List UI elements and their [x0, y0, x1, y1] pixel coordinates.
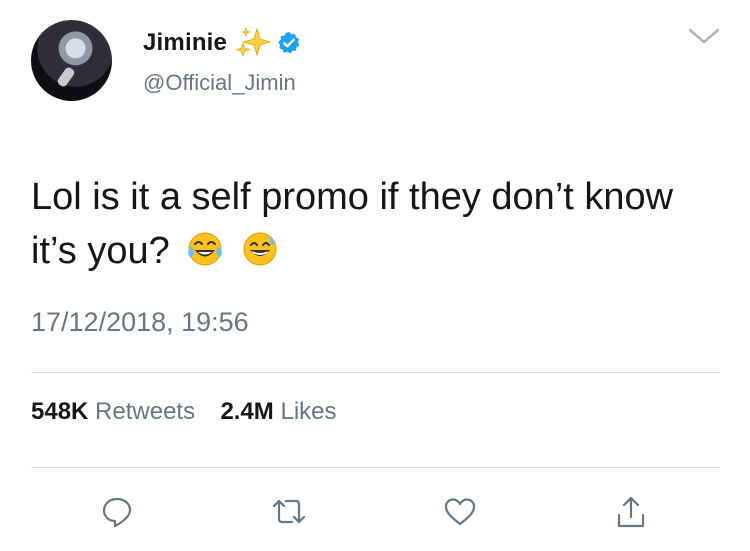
retweets-stat[interactable]: 548K Retweets [31, 398, 202, 425]
user-name-row: Jiminie [143, 27, 301, 59]
retweet-icon[interactable] [270, 495, 306, 529]
display-name[interactable]: Jiminie [143, 29, 227, 57]
reply-icon[interactable] [100, 495, 134, 529]
tweet-actions [0, 495, 750, 535]
sparkles-icon [235, 27, 272, 59]
tweet-text: Lol is it a self promo if they don’t kno… [31, 170, 691, 278]
tweet-timestamp[interactable]: 17/12/2018, 19:56 [31, 307, 249, 338]
verified-badge-icon [277, 31, 301, 55]
tweet-stats: 548K Retweets 2.4M Likes [31, 398, 337, 426]
likes-label: Likes [280, 398, 337, 425]
avatar[interactable] [31, 20, 112, 101]
face-with-tears-of-joy-icon [186, 229, 224, 267]
tweet-text-content: Lol is it a self promo if they don’t kno… [31, 176, 674, 272]
retweets-label: Retweets [95, 398, 196, 425]
divider-bottom [31, 467, 720, 468]
chevron-down-icon[interactable] [687, 26, 721, 46]
likes-stat[interactable]: 2.4M Likes [220, 398, 336, 425]
divider-top [31, 372, 720, 373]
retweets-count: 548K [31, 398, 89, 425]
user-handle[interactable]: @Official_Jimin [143, 70, 296, 96]
heart-icon[interactable] [443, 495, 477, 529]
share-icon[interactable] [614, 495, 648, 529]
grinning-face-with-sweat-icon [241, 229, 279, 267]
avatar-microphone [56, 65, 76, 89]
likes-count: 2.4M [220, 398, 274, 425]
